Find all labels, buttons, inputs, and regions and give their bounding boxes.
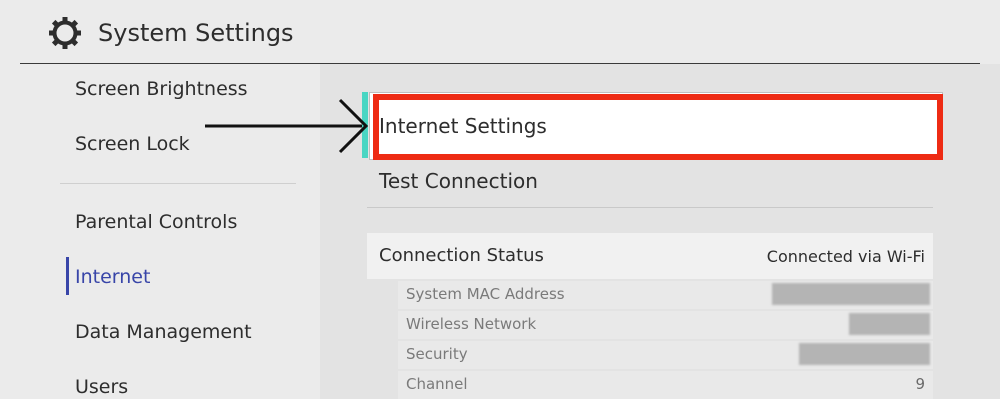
detail-label-security: Security xyxy=(406,345,468,363)
sidebar-item-internet[interactable]: Internet xyxy=(75,266,150,288)
redacted-value xyxy=(849,313,930,335)
sidebar-item-users[interactable]: Users xyxy=(75,376,128,398)
main-divider xyxy=(367,207,933,208)
connection-status-label: Connection Status xyxy=(379,245,544,266)
detail-value-channel: 9 xyxy=(915,375,925,393)
sidebar-divider xyxy=(60,183,296,184)
sidebar-item-data-management[interactable]: Data Management xyxy=(75,321,252,343)
page-title: System Settings xyxy=(98,19,294,47)
detail-label-channel: Channel xyxy=(406,375,468,393)
connection-status-value: Connected via Wi-Fi xyxy=(766,247,925,266)
selection-cursor-edge xyxy=(362,92,368,158)
gear-icon xyxy=(49,17,81,49)
detail-label-mac: System MAC Address xyxy=(406,285,565,303)
test-connection-button[interactable]: Test Connection xyxy=(379,169,538,193)
sidebar-item-screen-lock[interactable]: Screen Lock xyxy=(75,133,190,155)
detail-label-network: Wireless Network xyxy=(406,315,537,333)
active-indicator xyxy=(66,257,69,295)
detail-row-channel xyxy=(398,371,933,399)
header: System Settings xyxy=(0,0,1000,64)
redacted-value xyxy=(772,283,930,305)
sidebar-item-parental-controls[interactable]: Parental Controls xyxy=(75,211,237,233)
sidebar-item-screen-brightness[interactable]: Screen Brightness xyxy=(75,78,248,100)
internet-settings-button[interactable]: Internet Settings xyxy=(379,114,547,138)
redacted-value xyxy=(799,343,930,365)
